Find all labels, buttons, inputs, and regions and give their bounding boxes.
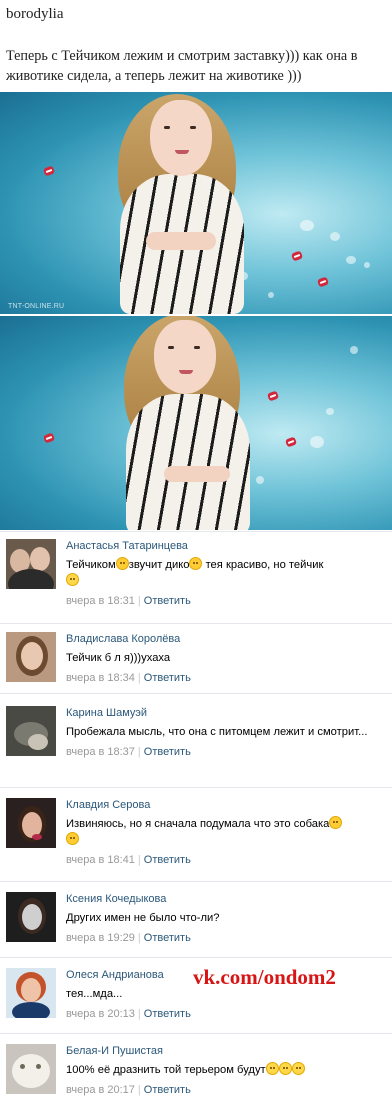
comment-author[interactable]: Ксения Кочедыкова <box>66 892 384 906</box>
comment-item: Владислава Королёва Тейчик б л я)))ухаха… <box>0 623 392 691</box>
watermark: vk.com/ondom2 <box>193 965 336 989</box>
avatar[interactable] <box>6 1044 56 1094</box>
comment-text: Извиняюсь, но я сначала подумала что это… <box>66 816 384 848</box>
reply-button[interactable]: Ответить <box>144 672 191 684</box>
reply-button[interactable]: Ответить <box>144 595 191 607</box>
comment-author[interactable]: Клавдия Серова <box>66 798 384 812</box>
comment-text: Других имен не было что-ли? <box>66 912 220 924</box>
avatar[interactable] <box>6 632 56 682</box>
post-text: Теперь с Тейчиком лежим и смотрим застав… <box>6 48 358 84</box>
comment-text: Пробежала мысль, что она с питомцем лежи… <box>66 726 368 738</box>
comment-date[interactable]: вчера в 20:17 <box>66 1084 135 1096</box>
flushed-face-emoji-icon <box>189 557 203 570</box>
comment-item: Карина Шамуэй Пробежала мысль, что она с… <box>0 693 392 785</box>
avatar[interactable] <box>6 798 56 848</box>
laughing-tears-emoji-icon <box>291 1062 305 1075</box>
post-author[interactable]: borodylia <box>6 4 390 24</box>
comment-date[interactable]: вчера в 18:31 <box>66 595 135 607</box>
avatar[interactable] <box>6 968 56 1018</box>
comment-date[interactable]: вчера в 19:29 <box>66 932 135 944</box>
comment-meta: вчера в 18:34 | Ответить <box>66 672 191 684</box>
avatar[interactable] <box>6 892 56 942</box>
comment-date[interactable]: вчера в 20:13 <box>66 1008 135 1020</box>
comment-date[interactable]: вчера в 18:37 <box>66 746 135 758</box>
post-photo-1[interactable]: TNT-ONLINE.RU <box>0 92 392 314</box>
laughing-tears-emoji-icon <box>66 573 79 586</box>
avatar[interactable] <box>6 539 56 589</box>
comment-item: Анастасья Татаринцева Тейчиком звучит дик… <box>0 531 392 619</box>
avatar[interactable] <box>6 706 56 756</box>
neutral-face-emoji-icon <box>115 557 129 570</box>
reply-button[interactable]: Ответить <box>144 1084 191 1096</box>
comment-text: 100% её дразнить той терьером будут <box>66 1062 384 1078</box>
flushed-face-emoji-icon <box>66 832 79 845</box>
comment-text: Тейчиком звучит дико тея красиво, но тейч… <box>66 557 384 589</box>
comment-meta: вчера в 18:37 | Ответить <box>66 746 191 758</box>
comment-author[interactable]: Владислава Королёва <box>66 632 384 646</box>
disappointed-face-emoji-icon <box>329 816 343 829</box>
comment-meta: вчера в 19:29 | Ответить <box>66 932 191 944</box>
post-header: borodylia Теперь с Тейчиком лежим и смот… <box>6 4 390 86</box>
comment-item: Ксения Кочедыкова Других имен не было чт… <box>0 881 392 955</box>
comment-meta: вчера в 18:41 | Ответить <box>66 854 191 866</box>
post-photo-2[interactable] <box>0 316 392 530</box>
comment-meta: вчера в 18:31 | Ответить <box>66 595 191 607</box>
comment-author[interactable]: Анастасья Татаринцева <box>66 539 384 553</box>
reply-button[interactable]: Ответить <box>144 1008 191 1020</box>
comment-item: Клавдия Серова Извиняюсь, но я сначала п… <box>0 787 392 879</box>
laughing-tears-emoji-icon <box>278 1062 292 1075</box>
reply-button[interactable]: Ответить <box>144 932 191 944</box>
laughing-tears-emoji-icon <box>265 1062 279 1075</box>
comment-date[interactable]: вчера в 18:34 <box>66 672 135 684</box>
comment-author[interactable]: Карина Шамуэй <box>66 706 384 720</box>
comment-date[interactable]: вчера в 18:41 <box>66 854 135 866</box>
comment-item: Белая-И Пушистая 100% её дразнить той те… <box>0 1033 392 1106</box>
reply-button[interactable]: Ответить <box>144 746 191 758</box>
channel-watermark: TNT-ONLINE.RU <box>8 303 65 310</box>
comment-text: Тейчик б л я)))ухаха <box>66 652 171 664</box>
comment-author[interactable]: Белая-И Пушистая <box>66 1044 384 1058</box>
comment-meta: вчера в 20:13 | Ответить <box>66 1008 191 1020</box>
comment-meta: вчера в 20:17 | Ответить <box>66 1084 191 1096</box>
reply-button[interactable]: Ответить <box>144 854 191 866</box>
